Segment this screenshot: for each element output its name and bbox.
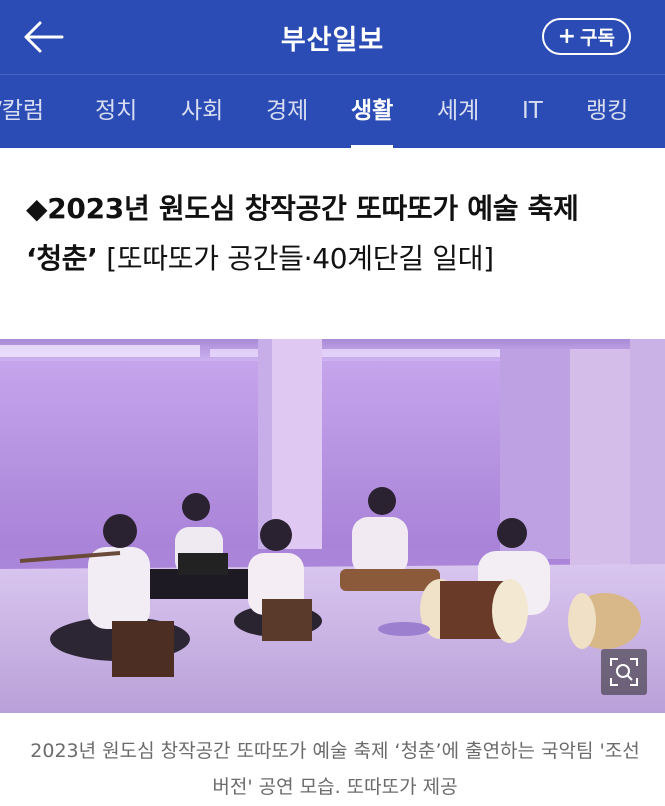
- subscribe-label: 구독: [580, 27, 615, 49]
- article-title: ◆2023년 원도심 창작공간 또따또가 예술 축제 ‘청춘’ [또따또가 공간…: [26, 184, 646, 284]
- photo-caption: 2023년 원도심 창작공간 또따또가 예술 축제 ‘청춘’에 출연하는 국악팀…: [30, 740, 640, 798]
- tab-it[interactable]: IT: [522, 75, 543, 148]
- zoom-button[interactable]: [601, 649, 647, 695]
- brand-title[interactable]: 부산일보: [281, 18, 384, 57]
- tab-world[interactable]: 세계: [437, 75, 479, 148]
- title-main: 2023년 원도심 창작공간 또따또가 예술 축제: [47, 192, 579, 225]
- performance-photo: [0, 339, 665, 713]
- back-arrow-icon: [24, 21, 64, 53]
- app-header: 부산일보 + 구독: [0, 0, 665, 74]
- subscribe-button[interactable]: + 구독: [541, 18, 631, 55]
- tab-economy[interactable]: 경제: [266, 75, 308, 148]
- tab-politics[interactable]: 정치: [95, 75, 137, 148]
- tab-ranking[interactable]: 랭킹: [586, 75, 628, 148]
- zoom-icon: [610, 658, 638, 686]
- title-subtitle: [또따또가 공간들·40계단길 일대]: [97, 242, 494, 275]
- plus-icon: +: [557, 23, 577, 49]
- tab-society[interactable]: 사회: [181, 75, 223, 148]
- back-button[interactable]: [22, 16, 68, 58]
- title-bullet: ◆: [26, 192, 48, 225]
- tab-life[interactable]: 생활: [351, 75, 394, 148]
- category-nav: /칼럼 정치 사회 경제 생활 세계 IT 랭킹: [0, 74, 665, 148]
- article-photo[interactable]: [0, 339, 665, 713]
- tab-opinion[interactable]: /칼럼: [0, 75, 44, 148]
- title-quote: ‘청춘’: [26, 242, 98, 275]
